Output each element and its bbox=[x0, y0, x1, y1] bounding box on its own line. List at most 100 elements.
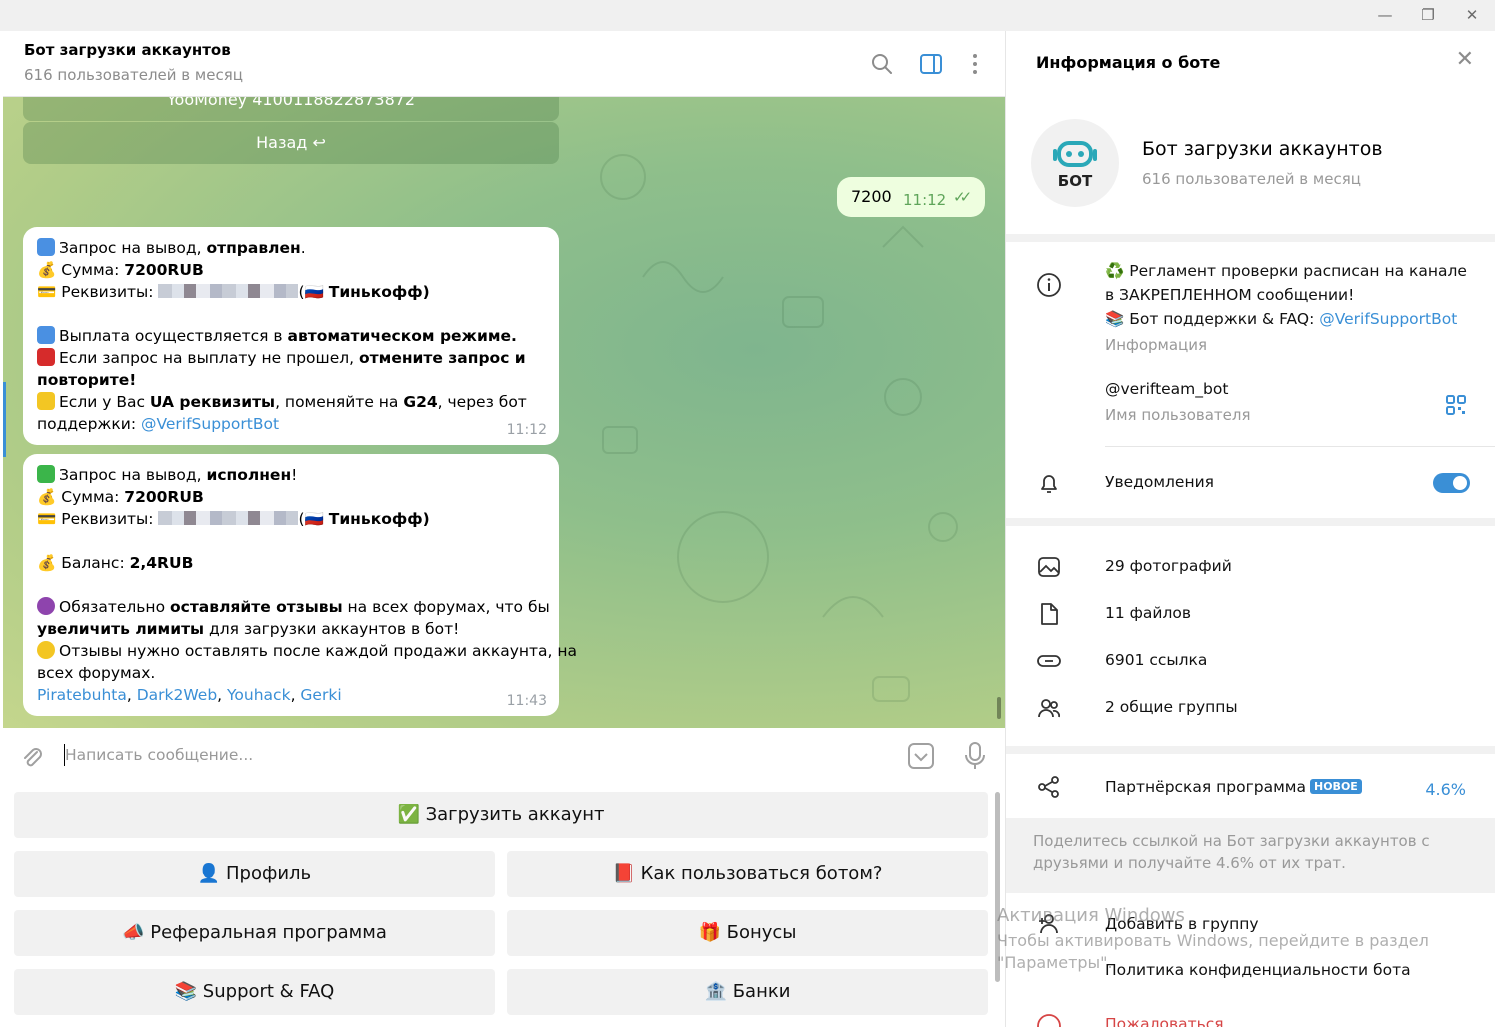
referral-program-button[interactable]: 📣 Реферальная программа bbox=[14, 910, 495, 956]
file-icon bbox=[1041, 603, 1058, 625]
panel-title: Информация о боте bbox=[1036, 53, 1221, 72]
support-bot-link[interactable]: @VerifSupportBot bbox=[1319, 310, 1457, 328]
info-icon bbox=[37, 326, 55, 344]
message-time: 11:43 bbox=[506, 693, 547, 709]
media-photos[interactable]: 29 фотографий bbox=[1105, 557, 1232, 575]
inline-button-yoomoney[interactable]: YooMoney 4100118822873872 bbox=[23, 97, 559, 121]
media-links[interactable]: 6901 ссылка bbox=[1105, 651, 1207, 669]
bot-info-panel: Информация о боте ✕ БОТ Бот загрузки акк… bbox=[1005, 31, 1495, 1027]
message-input[interactable]: Написать сообщение... bbox=[65, 746, 253, 764]
photo-icon bbox=[1038, 557, 1060, 577]
purple-circle-icon bbox=[37, 597, 55, 615]
sidebar-toggle-icon[interactable] bbox=[918, 51, 944, 77]
info-circle-icon bbox=[1037, 273, 1061, 297]
bot-subtitle: 616 пользователей в месяц bbox=[1142, 170, 1361, 188]
minimize-button[interactable]: — bbox=[1370, 4, 1400, 26]
refresh-icon bbox=[37, 238, 55, 256]
report-button[interactable]: Пожаловаться bbox=[1105, 1015, 1224, 1027]
avatar-text: БОТ bbox=[1058, 172, 1093, 190]
window-close-button[interactable]: ✕ bbox=[1457, 4, 1487, 26]
restore-button[interactable]: ❐ bbox=[1413, 4, 1443, 26]
avatar[interactable]: БОТ bbox=[1031, 119, 1119, 207]
support-faq-button[interactable]: 📚 Support & FAQ bbox=[14, 969, 495, 1015]
microphone-icon[interactable] bbox=[961, 740, 989, 772]
message-time: 11:12 bbox=[903, 191, 947, 209]
card-icon: 💳 bbox=[37, 283, 57, 301]
forum-link[interactable]: Youhack bbox=[227, 686, 291, 704]
panel-info-section: ♻️ Регламент проверки расписан на канале… bbox=[1006, 242, 1495, 518]
share-icon bbox=[1038, 776, 1059, 798]
forum-link[interactable]: Dark2Web bbox=[137, 686, 217, 704]
banks-button[interactable]: 🏦 Банки bbox=[507, 969, 988, 1015]
red-square-icon bbox=[37, 348, 55, 366]
notifications-label: Уведомления bbox=[1105, 473, 1214, 491]
bot-keyboard-icon[interactable] bbox=[906, 741, 936, 771]
add-user-icon bbox=[1039, 914, 1058, 934]
window-titlebar: — ❐ ✕ bbox=[0, 0, 1495, 31]
bot-name: Бот загрузки аккаунтов bbox=[1142, 138, 1383, 160]
panel-actions-section: Добавить в группу Политика конфиденциаль… bbox=[1006, 893, 1495, 1027]
affiliate-percent: 4.6% bbox=[1425, 780, 1466, 799]
add-to-group-button[interactable]: Добавить в группу bbox=[1105, 915, 1259, 933]
chat-header: Бот загрузки аккаунтов 616 пользователей… bbox=[3, 31, 1005, 97]
affiliate-description: Поделитесь ссылкой на Бот загрузки аккау… bbox=[1033, 832, 1430, 872]
message-text: 7200 bbox=[851, 187, 892, 206]
russia-flag-icon: 🇷🇺 bbox=[304, 510, 324, 528]
affiliate-section: Партнёрская программа НОВОЕ 4.6% bbox=[1006, 754, 1495, 818]
link-icon bbox=[1037, 655, 1061, 667]
chat-scrollbar[interactable] bbox=[997, 697, 1001, 719]
info-label: Информация bbox=[1105, 336, 1208, 354]
common-groups[interactable]: 2 общие группы bbox=[1105, 698, 1238, 716]
money-bag-icon: 💰 bbox=[37, 261, 57, 279]
support-bot-link[interactable]: @VerifSupportBot bbox=[141, 415, 279, 433]
groups-icon bbox=[1038, 699, 1060, 718]
more-options-icon[interactable] bbox=[962, 51, 988, 77]
redacted-requisites bbox=[158, 511, 299, 525]
bot-description-line: 📚 Бот поддержки & FAQ: @VerifSupportBot bbox=[1105, 310, 1458, 328]
redacted-requisites bbox=[158, 284, 299, 298]
panel-header-section: Информация о боте ✕ БОТ Бот загрузки акк… bbox=[1006, 31, 1495, 234]
forum-link[interactable]: Gerki bbox=[300, 686, 341, 704]
divider bbox=[1105, 446, 1495, 447]
message-composer: Написать сообщение... bbox=[3, 728, 1005, 784]
close-icon[interactable]: ✕ bbox=[1456, 47, 1474, 72]
affiliate-program[interactable]: Партнёрская программа НОВОЕ bbox=[1105, 778, 1362, 796]
check-mark-icon bbox=[37, 465, 55, 483]
bot-description-line: в ЗАКРЕПЛЕННОМ сообщении! bbox=[1105, 286, 1355, 304]
how-to-use-button[interactable]: 📕 Как пользоваться ботом? bbox=[507, 851, 988, 897]
inline-button-back[interactable]: Назад ↩ bbox=[23, 122, 559, 164]
chat-messages-area[interactable]: YooMoney 4100118822873872 Назад ↩ 7200 1… bbox=[3, 97, 1005, 728]
outgoing-message[interactable]: 7200 11:12 ✓✓ bbox=[837, 177, 985, 217]
qr-code-icon[interactable] bbox=[1444, 393, 1468, 417]
search-icon[interactable] bbox=[869, 51, 895, 77]
paperclip-icon[interactable] bbox=[19, 744, 45, 770]
bonuses-button[interactable]: 🎁 Бонусы bbox=[507, 910, 988, 956]
bell-icon bbox=[1041, 475, 1057, 493]
username-link[interactable]: @verifteam_bot bbox=[1105, 380, 1228, 398]
new-badge: НОВОЕ bbox=[1310, 779, 1362, 794]
media-files[interactable]: 11 файлов bbox=[1105, 604, 1191, 622]
money-bag-icon: 💰 bbox=[37, 554, 57, 572]
username-label: Имя пользователя bbox=[1105, 406, 1251, 424]
message-time: 11:12 bbox=[506, 422, 547, 438]
profile-button[interactable]: 👤 Профиль bbox=[14, 851, 495, 897]
panel-media-section: 29 фотографий 11 файлов 6901 ссылка 2 об… bbox=[1006, 526, 1495, 746]
robot-icon: БОТ bbox=[1053, 141, 1097, 190]
privacy-policy-button[interactable]: Политика конфиденциальности бота bbox=[1105, 961, 1411, 979]
forum-link[interactable]: Piratebuhta bbox=[37, 686, 127, 704]
yellow-square-icon bbox=[37, 392, 55, 410]
incoming-message[interactable]: Запрос на вывод, отправлен. 💰 Сумма: 720… bbox=[23, 227, 559, 445]
chat-subtitle: 616 пользователей в месяц bbox=[24, 66, 243, 84]
bot-description-line: ♻️ Регламент проверки расписан на канале bbox=[1105, 262, 1467, 280]
notifications-toggle[interactable] bbox=[1433, 473, 1470, 493]
double-check-icon: ✓✓ bbox=[953, 188, 972, 206]
chat-title[interactable]: Бот загрузки аккаунтов bbox=[24, 41, 231, 59]
incoming-message[interactable]: Запрос на вывод, исполнен! 💰 Сумма: 7200… bbox=[23, 454, 577, 716]
report-icon bbox=[1037, 1014, 1061, 1027]
card-icon: 💳 bbox=[37, 510, 57, 528]
side-accent-bar bbox=[3, 382, 6, 457]
keyboard-scrollbar[interactable] bbox=[995, 792, 1000, 982]
money-bag-icon: 💰 bbox=[37, 488, 57, 506]
bot-reply-keyboard: ✅ Загрузить аккаунт 👤 Профиль 📕 Как поль… bbox=[3, 784, 1005, 1027]
upload-account-button[interactable]: ✅ Загрузить аккаунт bbox=[14, 792, 988, 838]
